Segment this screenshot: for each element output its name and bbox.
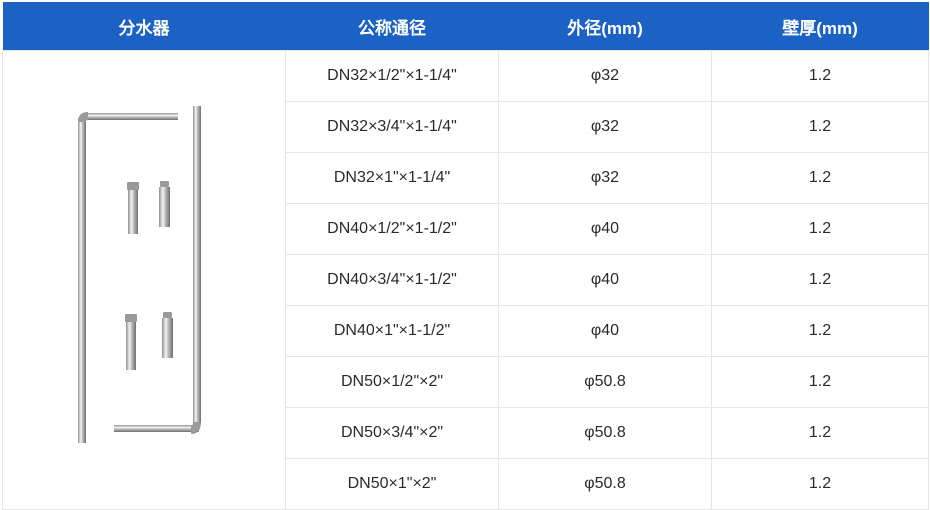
manifold-product-image bbox=[78, 106, 201, 443]
cell-nominal: DN32×3/4"×1-1/4" bbox=[285, 101, 499, 153]
cell-outer-diameter: φ40 bbox=[498, 203, 712, 255]
spec-table: 分水器 公称通径 外径(mm) 壁厚(mm) DN32×1/2"×1-1/4" … bbox=[2, 2, 929, 510]
header-nominal-diameter: 公称通径 bbox=[285, 2, 499, 51]
cell-nominal: DN40×1/2"×1-1/2" bbox=[285, 203, 499, 255]
cell-wall: 1.2 bbox=[711, 458, 929, 510]
cell-outer-diameter: φ50.8 bbox=[498, 458, 712, 510]
fitting-bottom-right bbox=[162, 318, 173, 358]
cell-nominal: DN50×1"×2" bbox=[285, 458, 499, 510]
left-bar-vertical bbox=[78, 118, 86, 443]
right-bar-horizontal bbox=[114, 425, 199, 432]
fitting-top-left bbox=[128, 190, 138, 234]
left-bar-horizontal bbox=[84, 113, 178, 120]
cell-outer-diameter: φ40 bbox=[498, 254, 712, 306]
cell-nominal: DN40×3/4"×1-1/2" bbox=[285, 254, 499, 306]
cell-outer-diameter: φ50.8 bbox=[498, 356, 712, 408]
cell-outer-diameter: φ32 bbox=[498, 101, 712, 153]
cell-wall: 1.2 bbox=[711, 203, 929, 255]
cell-wall: 1.2 bbox=[711, 305, 929, 357]
cell-wall: 1.2 bbox=[711, 407, 929, 459]
cell-wall: 1.2 bbox=[711, 254, 929, 306]
cell-nominal: DN32×1"×1-1/4" bbox=[285, 152, 499, 204]
header-manifold: 分水器 bbox=[2, 2, 286, 51]
cell-wall: 1.2 bbox=[711, 50, 929, 102]
cell-outer-diameter: φ32 bbox=[498, 152, 712, 204]
cell-outer-diameter: φ50.8 bbox=[498, 407, 712, 459]
cell-nominal: DN32×1/2"×1-1/4" bbox=[285, 50, 499, 102]
fitting-top-right bbox=[159, 187, 170, 227]
header-wall-thickness: 壁厚(mm) bbox=[711, 2, 929, 51]
cell-wall: 1.2 bbox=[711, 152, 929, 204]
cell-nominal: DN50×1/2"×2" bbox=[285, 356, 499, 408]
right-bar-vertical bbox=[193, 106, 201, 424]
table-row: DN32×1/2"×1-1/4" φ32 1.2 bbox=[2, 50, 929, 510]
fitting-bottom-left bbox=[126, 322, 136, 370]
table-header-row: 分水器 公称通径 外径(mm) 壁厚(mm) bbox=[2, 2, 929, 51]
cell-wall: 1.2 bbox=[711, 101, 929, 153]
product-image-cell bbox=[2, 50, 286, 510]
header-outer-diameter: 外径(mm) bbox=[498, 2, 712, 51]
cell-nominal: DN50×3/4"×2" bbox=[285, 407, 499, 459]
cell-nominal: DN40×1"×1-1/2" bbox=[285, 305, 499, 357]
cell-outer-diameter: φ32 bbox=[498, 50, 712, 102]
cell-outer-diameter: φ40 bbox=[498, 305, 712, 357]
cell-wall: 1.2 bbox=[711, 356, 929, 408]
